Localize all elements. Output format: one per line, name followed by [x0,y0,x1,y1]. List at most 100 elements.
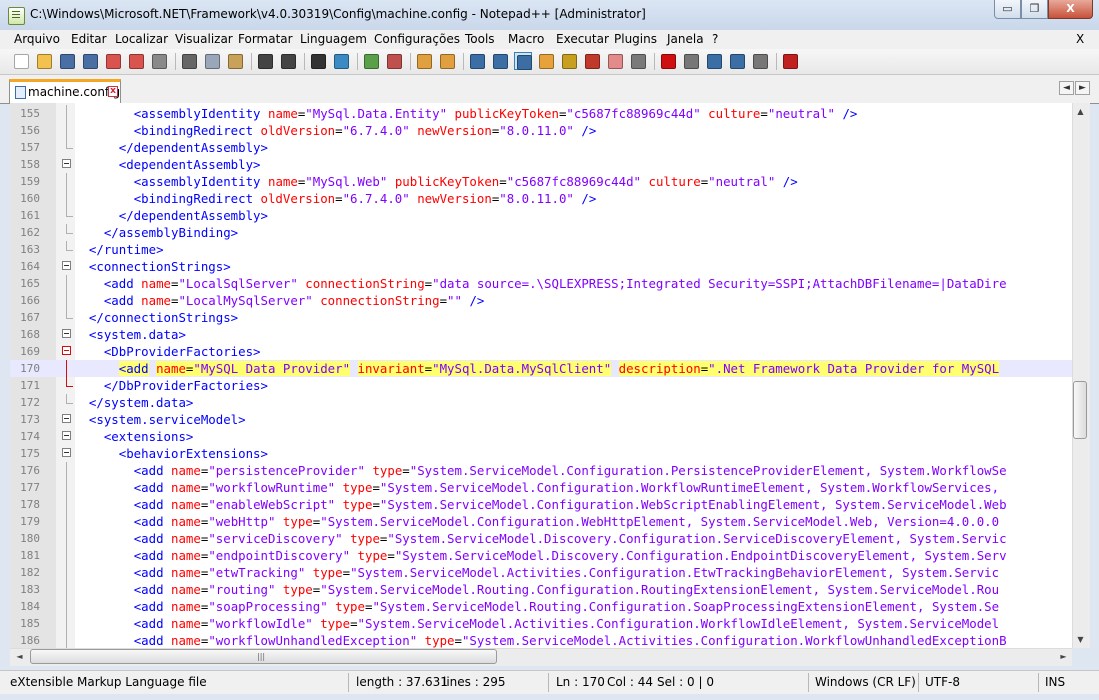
cut-button[interactable] [180,52,198,70]
zoom-out-button[interactable] [385,52,403,70]
menu-help[interactable]: ? [712,32,718,46]
code-line[interactable]: 157 </dependentAssembly> [10,139,1072,156]
code-line[interactable]: 185 <add name="workflowIdle" type="Syste… [10,615,1072,632]
vertical-scrollbar[interactable] [1072,103,1090,648]
code-line[interactable]: 184 <add name="soapProcessing" type="Sys… [10,598,1072,615]
menu-janela[interactable]: Janela [667,32,704,46]
code-line[interactable]: 161 </dependentAssembly> [10,207,1072,224]
print-button[interactable] [150,52,168,70]
vertical-scroll-thumb[interactable] [1073,381,1087,439]
menu-tools[interactable]: Tools [465,32,495,46]
menu-formatar[interactable]: Formatar [238,32,293,46]
scroll-down-icon[interactable]: ▼ [1073,632,1088,647]
indent-guide-button[interactable] [514,52,532,70]
sync-vertical-button[interactable] [415,52,433,70]
menu-configuracoes[interactable]: Configurações [374,32,460,46]
menu-macro[interactable]: Macro [508,32,544,46]
code-line[interactable]: 180 <add name="serviceDiscovery" type="S… [10,530,1072,547]
menu-plugins[interactable]: Plugins [614,32,657,46]
document-map-button[interactable] [560,52,578,70]
code-line[interactable]: 182 <add name="etwTracking" type="System… [10,564,1072,581]
stop-record-button[interactable] [682,52,700,70]
code-line[interactable]: 167 </connectionStrings> [10,309,1072,326]
current-code-line[interactable]: 170 <add name="MySQL Data Provider" inva… [10,360,1072,377]
monitoring-button[interactable] [629,52,647,70]
close-all-button[interactable] [127,52,145,70]
sync-horizontal-button[interactable] [438,52,456,70]
replace-button[interactable] [332,52,350,70]
function-list-button[interactable] [583,52,601,70]
zoom-in-button[interactable] [362,52,380,70]
word-wrap-button[interactable] [468,52,486,70]
code-line[interactable]: 165 <add name="LocalSqlServer" connectio… [10,275,1072,292]
save-macro-button[interactable] [751,52,769,70]
code-line[interactable]: 168 <system.data> [10,326,1072,343]
menu-linguagem[interactable]: Linguagem [300,32,367,46]
code-line[interactable]: 174 <extensions> [10,428,1072,445]
code-line[interactable]: 156 <bindingRedirect oldVersion="6.7.4.0… [10,122,1072,139]
save-all-button[interactable] [81,52,99,70]
fold-toggle-icon[interactable] [62,431,71,440]
minimize-button[interactable]: ▭ [994,0,1021,19]
user-language-button[interactable] [537,52,555,70]
code-line[interactable]: 164 <connectionStrings> [10,258,1072,275]
scroll-left-icon[interactable]: ◄ [12,649,27,664]
code-line[interactable]: 158 <dependentAssembly> [10,156,1072,173]
menu-localizar[interactable]: Localizar [115,32,168,46]
code-line[interactable]: 172 </system.data> [10,394,1072,411]
open-file-button[interactable] [35,52,53,70]
tab-scroll-right-button[interactable]: ► [1075,81,1090,95]
menu-executar[interactable]: Executar [556,32,609,46]
code-line[interactable]: 179 <add name="webHttp" type="System.Ser… [10,513,1072,530]
code-line[interactable]: 159 <assemblyIdentity name="MySql.Web" p… [10,173,1072,190]
status-eol-format[interactable]: Windows (CR LF) [815,675,916,689]
code-editor[interactable]: 155 <assemblyIdentity name="MySql.Data.E… [10,103,1072,648]
code-line[interactable]: 171 </DbProviderFactories> [10,377,1072,394]
copy-button[interactable] [203,52,221,70]
save-button[interactable] [58,52,76,70]
fold-toggle-icon[interactable] [62,448,71,457]
tab-machine-config[interactable]: machine.config x [9,79,121,103]
status-encoding[interactable]: UTF-8 [925,675,960,689]
undo-button[interactable] [256,52,274,70]
redo-button[interactable] [279,52,297,70]
code-line[interactable]: 163 </runtime> [10,241,1072,258]
run-macro-multiple-button[interactable] [728,52,746,70]
menu-visualizar[interactable]: Visualizar [175,32,233,46]
close-window-button[interactable]: X [1048,0,1093,19]
close-file-button[interactable] [104,52,122,70]
code-line[interactable]: 183 <add name="routing" type="System.Ser… [10,581,1072,598]
folder-workspace-button[interactable] [606,52,624,70]
menu-arquivo[interactable]: Arquivo [14,32,60,46]
close-document-x[interactable]: X [1076,32,1084,46]
tab-close-icon[interactable]: x [108,86,118,97]
horizontal-scroll-thumb[interactable]: ||| [30,649,497,664]
code-line[interactable]: 176 <add name="persistenceProvider" type… [10,462,1072,479]
restore-button[interactable]: ❐ [1021,0,1048,19]
status-insert-mode[interactable]: INS [1045,675,1065,689]
fold-toggle-icon[interactable] [62,329,71,338]
new-file-button[interactable] [12,52,30,70]
record-macro-button[interactable] [659,52,677,70]
menu-editar[interactable]: Editar [71,32,107,46]
code-line[interactable]: 166 <add name="LocalMySqlServer" connect… [10,292,1072,309]
title-bar[interactable]: C:\Windows\Microsoft.NET\Framework\v4.0.… [0,0,1099,30]
code-line[interactable]: 177 <add name="workflowRuntime" type="Sy… [10,479,1072,496]
scroll-up-icon[interactable]: ▲ [1073,104,1088,119]
fold-toggle-icon[interactable] [62,346,71,355]
code-line[interactable]: 169 <DbProviderFactories> [10,343,1072,360]
fold-toggle-icon[interactable] [62,261,71,270]
fold-toggle-icon[interactable] [62,414,71,423]
play-macro-button[interactable] [705,52,723,70]
spell-check-button[interactable] [781,52,799,70]
code-line[interactable]: 160 <bindingRedirect oldVersion="6.7.4.0… [10,190,1072,207]
fold-toggle-icon[interactable] [62,159,71,168]
code-line[interactable]: 181 <add name="endpointDiscovery" type="… [10,547,1072,564]
paste-button[interactable] [226,52,244,70]
code-line[interactable]: 175 <behaviorExtensions> [10,445,1072,462]
show-all-chars-button[interactable] [491,52,509,70]
code-line[interactable]: 162 </assemblyBinding> [10,224,1072,241]
code-line[interactable]: 173 <system.serviceModel> [10,411,1072,428]
code-line[interactable]: 155 <assemblyIdentity name="MySql.Data.E… [10,105,1072,122]
scroll-right-icon[interactable]: ► [1056,649,1071,664]
